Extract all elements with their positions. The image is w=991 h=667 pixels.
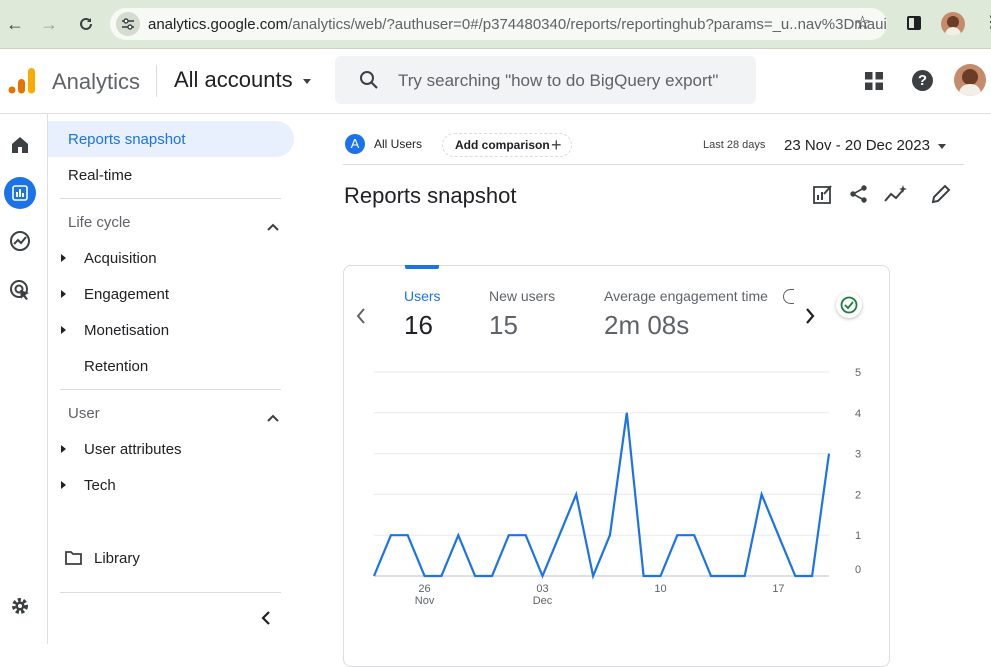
caret-right-icon (61, 290, 66, 298)
sidenav-item-label: Tech (84, 477, 116, 494)
sidenav-item-label: Acquisition (84, 250, 157, 267)
y-tick-label: 0 (855, 564, 861, 576)
y-tick-label: 4 (855, 408, 861, 420)
sidenav-item-label: Reports snapshot (68, 131, 186, 148)
account-avatar[interactable] (954, 64, 986, 96)
users-overview-card: Users 16 New users 15 Average engagement… (343, 265, 890, 667)
apps-grid-icon[interactable] (864, 71, 884, 96)
site-info-icon[interactable] (116, 12, 140, 36)
chevron-up-icon[interactable] (267, 409, 279, 427)
date-range-prefix: Last 28 days (703, 139, 766, 151)
settings-gear-icon[interactable] (7, 593, 33, 619)
bookmark-star-icon[interactable]: ☆ (854, 12, 871, 35)
date-range-picker[interactable]: 23 Nov - 20 Dec 2023 (784, 137, 930, 154)
edit-pencil-icon[interactable] (931, 184, 951, 209)
sidenav-item-label: Library (94, 550, 140, 567)
sidenav-item-label: Engagement (84, 286, 170, 303)
sidenav-item-retention[interactable]: Retention (84, 358, 148, 375)
app-name: Analytics (52, 69, 141, 94)
menu-icon[interactable]: ⋮ (983, 12, 991, 36)
address-bar[interactable]: analytics.google.com/analytics/web/?auth… (110, 8, 887, 40)
y-tick-label: 5 (855, 367, 861, 379)
sidenav-item-reports-snapshot[interactable]: Reports snapshot (48, 121, 294, 157)
users-line-chart: 0 1 2 3 4 5 26Nov 03Dec 10 17 (372, 367, 861, 607)
search-placeholder: Try searching "how to do BigQuery export… (398, 71, 719, 90)
folder-icon (65, 551, 82, 570)
url-text: analytics.google.com/analytics/web/?auth… (148, 16, 887, 33)
plus-icon: + (551, 135, 562, 155)
segment-label: All Users (374, 137, 423, 151)
account-picker[interactable]: All accounts (174, 67, 311, 93)
caret-down-icon (302, 78, 311, 84)
divider (60, 389, 281, 390)
chevron-up-icon[interactable] (267, 218, 279, 236)
y-tick-label: 3 (855, 449, 861, 461)
customize-report-icon[interactable] (813, 184, 833, 209)
sidenav-item-realtime[interactable]: Real-time (68, 167, 132, 184)
caret-down-icon[interactable] (938, 144, 946, 149)
header-divider (156, 65, 157, 97)
sidenav-item-label: User attributes (84, 441, 182, 458)
caret-right-icon (61, 326, 66, 334)
x-tick-label: 03 (536, 583, 548, 595)
browser-toolbar: ← → analytics.google.com/analytics/web/?… (0, 0, 991, 49)
x-tick-label: 10 (654, 583, 666, 595)
profile-avatar[interactable] (941, 12, 965, 36)
analytics-logo-icon[interactable] (8, 67, 36, 95)
y-tick-label: 2 (855, 489, 861, 501)
search-box[interactable]: Try searching "how to do BigQuery export… (335, 56, 756, 104)
sidenav-item-label: Monetisation (84, 322, 170, 339)
nav-rail (0, 114, 48, 644)
add-comparison-label: Add comparison (455, 138, 550, 152)
divider (60, 198, 281, 199)
help-icon[interactable]: ? (912, 70, 933, 91)
toolbar-divider (343, 164, 964, 165)
x-tick-month-label: Nov (415, 595, 435, 607)
divider (60, 592, 281, 593)
section-title-lifecycle[interactable]: Life cycle (68, 214, 131, 231)
caret-right-icon (61, 481, 66, 489)
home-icon[interactable] (7, 132, 33, 158)
caret-right-icon (61, 254, 66, 262)
reports-icon[interactable] (4, 177, 36, 209)
y-tick-label: 1 (855, 530, 861, 542)
x-tick-label: 17 (772, 583, 784, 595)
add-comparison-button[interactable]: Add comparison + (442, 133, 572, 157)
app-header: Analytics All accounts Try searching "ho… (0, 49, 991, 114)
page-title: Reports snapshot (344, 183, 517, 208)
insights-icon[interactable] (884, 184, 908, 209)
reload-icon[interactable] (74, 12, 98, 36)
forward-icon[interactable]: → (37, 12, 61, 36)
x-tick-label: 26 (418, 583, 430, 595)
side-panel-icon[interactable] (907, 16, 921, 30)
caret-right-icon (61, 445, 66, 453)
reports-sidenav: Reports snapshot Real-time Life cycle Ac… (48, 114, 298, 644)
search-icon (359, 70, 379, 95)
section-title-user[interactable]: User (68, 405, 100, 422)
segment-avatar: A (345, 134, 365, 154)
x-tick-month-label: Dec (533, 595, 553, 607)
account-picker-label: All accounts (174, 67, 293, 92)
share-icon[interactable] (849, 184, 869, 209)
collapse-chevron-left-icon[interactable] (261, 611, 271, 630)
back-icon[interactable]: ← (3, 12, 27, 36)
advertising-icon[interactable] (7, 277, 33, 303)
explore-icon[interactable] (7, 228, 33, 254)
